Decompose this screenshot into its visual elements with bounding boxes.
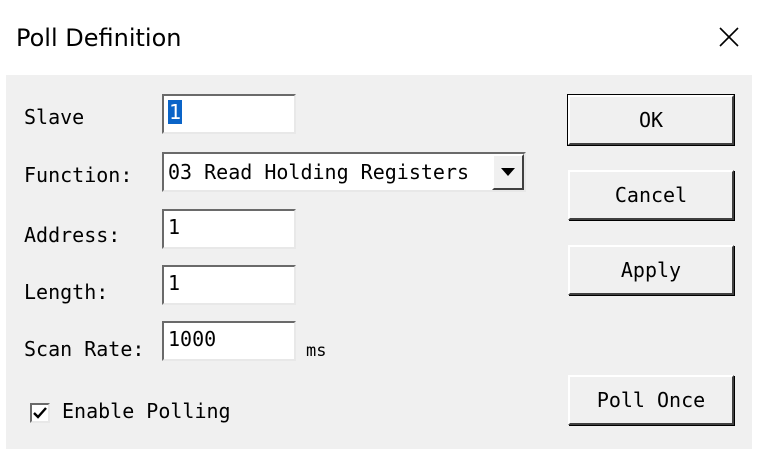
length-value: 1: [168, 271, 181, 295]
close-button[interactable]: [706, 14, 752, 60]
enable-polling-checkbox[interactable]: [30, 403, 50, 423]
scan-rate-unit: ms: [306, 341, 327, 361]
enable-polling-label[interactable]: Enable Polling: [62, 399, 231, 423]
window-title: Poll Definition: [16, 24, 182, 52]
slave-label: Slave: [24, 105, 85, 129]
function-dropdown-button[interactable]: [492, 154, 524, 190]
length-label: Length:: [24, 280, 109, 304]
function-select[interactable]: 03 Read Holding Registers: [162, 152, 526, 192]
poll-once-button[interactable]: Poll Once: [568, 375, 734, 425]
slave-input[interactable]: 1: [162, 94, 296, 134]
address-value: 1: [168, 215, 181, 239]
ok-button[interactable]: OK: [567, 94, 735, 146]
cancel-button[interactable]: Cancel: [568, 170, 734, 220]
scan-rate-value: 1000: [168, 327, 217, 351]
apply-button[interactable]: Apply: [568, 245, 734, 295]
scan-rate-input[interactable]: 1000: [162, 321, 296, 361]
function-value: 03 Read Holding Registers: [168, 160, 470, 184]
length-input[interactable]: 1: [162, 265, 296, 305]
poll-definition-dialog: Poll Definition Slave 1 Function: 03 Rea…: [0, 0, 758, 455]
close-icon[interactable]: [718, 26, 740, 48]
chevron-down-icon: [501, 168, 515, 176]
address-input[interactable]: 1: [162, 209, 296, 249]
title-bar[interactable]: Poll Definition: [0, 0, 758, 75]
dialog-body: Slave 1 Function: 03 Read Holding Regist…: [6, 75, 752, 449]
scan-rate-label: Scan Rate:: [24, 337, 145, 361]
slave-value: 1: [168, 100, 183, 124]
address-label: Address:: [24, 223, 121, 247]
checkmark-icon: [33, 407, 47, 419]
function-label: Function:: [24, 163, 133, 187]
